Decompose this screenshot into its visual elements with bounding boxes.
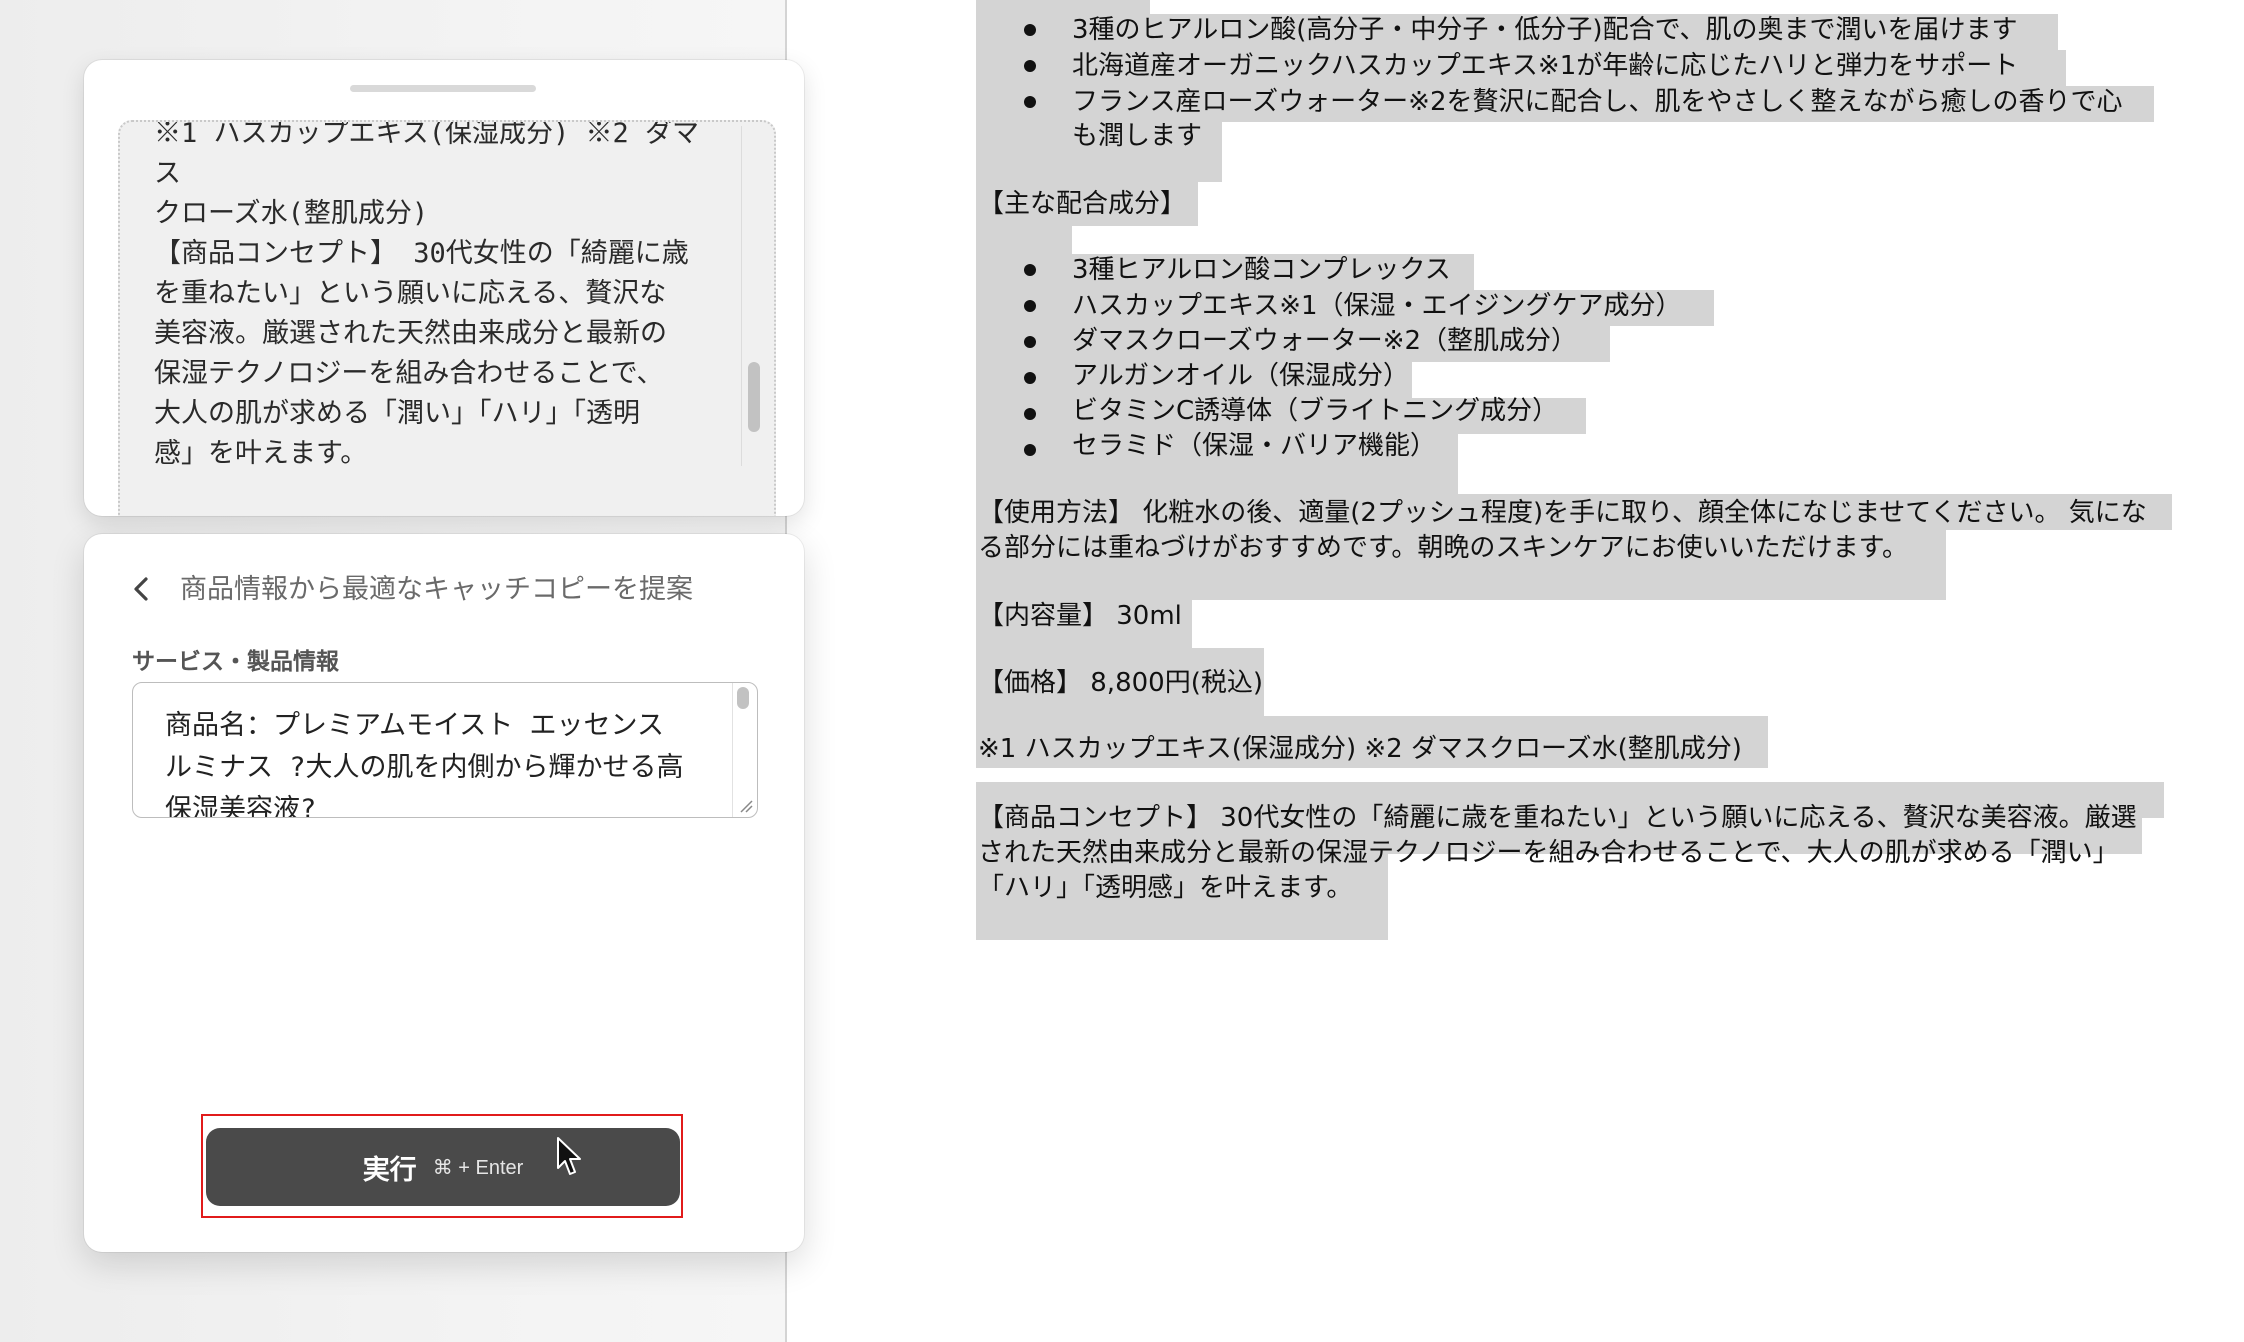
catchcopy-panel: 商品情報から最適なキャッチコピーを提案 サービス・製品情報 商品名：プレミアムモ… bbox=[84, 534, 804, 1252]
mouse-cursor-icon bbox=[557, 1137, 581, 1175]
volume-text: 【内容量】 30ml bbox=[978, 601, 1182, 631]
bullet-text-continued: も潤します bbox=[1072, 121, 1203, 151]
bullet-text: 3種のヒアルロン酸(高分子・中分子・低分子)配合で、肌の奥まで潤いを届けます bbox=[1072, 15, 2018, 45]
ingredients-heading: 【主な配合成分】 bbox=[978, 189, 1187, 219]
concept-text-continued: された天然由来成分と最新の保湿テクノロジーを組み合わせることで、大人の肌が求める… bbox=[978, 838, 2119, 868]
ingredient-item: 3種ヒアルロン酸コンプレックス bbox=[1072, 255, 1451, 285]
product-info-textarea[interactable]: 商品名：プレミアムモイスト エッセンス ルミナス ?大人の肌を内側から輝かせる高… bbox=[132, 682, 758, 818]
ingredient-item: ダマスクローズウォーター※2（整肌成分） bbox=[1072, 326, 1578, 356]
notes-text: ※1 ハスカップエキス(保湿成分) ※2 ダマスクローズ水(整肌成分) bbox=[978, 734, 1742, 764]
usage-text-continued: る部分には重ねづけがおすすめです。朝晩のスキンケアにお使いいただけます。 bbox=[978, 533, 1909, 563]
preview-text-box[interactable]: ※1 ハスカップエキス(保湿成分) ※2 ダマス クローズ水(整肌成分) 【商品… bbox=[118, 120, 776, 516]
bullet-dot bbox=[1024, 300, 1036, 312]
preview-panel: ※1 ハスカップエキス(保湿成分) ※2 ダマス クローズ水(整肌成分) 【商品… bbox=[84, 60, 804, 516]
bullet-dot bbox=[1024, 96, 1036, 108]
bullet-dot bbox=[1024, 408, 1036, 420]
product-info-value: 商品名：プレミアムモイスト エッセンス ルミナス ?大人の肌を内側から輝かせる高… bbox=[165, 710, 684, 818]
run-button-label: 実行 bbox=[362, 1154, 417, 1185]
ingredient-item: ハスカップエキス※1（保湿・エイジングケア成分） bbox=[1072, 291, 1682, 321]
usage-text: 【使用方法】 化粧水の後、適量(2プッシュ程度)を手に取り、顔全体になじませてく… bbox=[978, 498, 2147, 528]
chevron-left-icon[interactable] bbox=[126, 574, 156, 604]
bullet-dot bbox=[1024, 264, 1036, 276]
run-shortcut-hint: ⌘ + Enter bbox=[432, 1156, 524, 1179]
bullet-text: フランス産ローズウォーター※2を贅沢に配合し、肌をやさしく整えながら癒しの香りで… bbox=[1072, 87, 2123, 117]
bullet-dot bbox=[1024, 444, 1036, 456]
concept-text: 【商品コンセプト】 30代女性の「綺麗に歳を重ねたい」という願いに応える、贅沢な… bbox=[978, 803, 2137, 833]
run-button[interactable]: 実行 ⌘ + Enter bbox=[206, 1128, 680, 1206]
bullet-dot bbox=[1024, 24, 1036, 36]
concept-text-continued: 「ハリ」「透明感」を叶えます。 bbox=[978, 873, 1353, 903]
drag-handle[interactable] bbox=[350, 85, 536, 92]
preview-scrollbar-thumb[interactable] bbox=[748, 362, 760, 432]
panel-title: 商品情報から最適なキャッチコピーを提案 bbox=[180, 574, 693, 605]
bullet-dot bbox=[1024, 60, 1036, 72]
ingredient-item: セラミド（保湿・バリア機能） bbox=[1072, 431, 1437, 461]
bullet-dot bbox=[1024, 372, 1036, 384]
preview-text: ※1 ハスカップエキス(保湿成分) ※2 ダマス クローズ水(整肌成分) 【商品… bbox=[154, 120, 699, 469]
bullet-dot bbox=[1024, 336, 1036, 348]
product-info-label: サービス・製品情報 bbox=[132, 649, 339, 675]
price-text: 【価格】 8,800円(税込) bbox=[978, 668, 1263, 698]
ingredient-item: ビタミンC誘導体（ブライトニング成分） bbox=[1072, 396, 1559, 426]
input-scrollbar-thumb[interactable] bbox=[737, 687, 749, 709]
ingredient-item: アルガンオイル（保湿成分） bbox=[1072, 361, 1409, 391]
resize-grip-icon[interactable] bbox=[737, 797, 753, 813]
bullet-text: 北海道産オーガニックハスカップエキス※1が年齢に応じたハリと弾力をサポート bbox=[1072, 51, 2019, 81]
